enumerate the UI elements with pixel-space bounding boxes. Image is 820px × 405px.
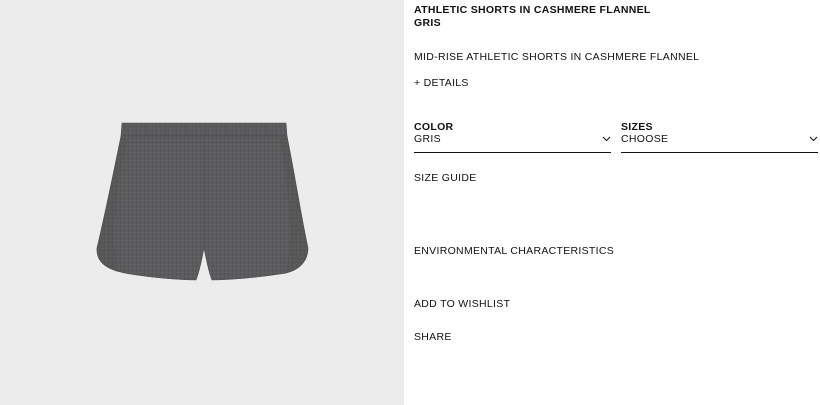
color-selector-value: GRIS [414,133,441,145]
chevron-down-icon [809,136,818,142]
environmental-characteristics-link[interactable]: ENVIRONMENTAL CHARACTERISTICS [414,245,614,258]
product-description: MID-RISE ATHLETIC SHORTS IN CASHMERE FLA… [414,51,700,63]
product-page: ATHLETIC SHORTS IN CASHMERE FLANNEL GRIS… [0,0,820,405]
share-button[interactable]: SHARE [414,331,452,344]
sizes-selector[interactable]: SIZES CHOOSE [621,120,818,153]
product-image-panel [0,0,404,405]
product-name: ATHLETIC SHORTS IN CASHMERE FLANNEL [414,4,651,16]
details-toggle[interactable]: + DETAILS [414,77,469,90]
color-selector[interactable]: COLOR GRIS [414,120,611,153]
product-color-name: GRIS [414,17,441,29]
product-image-shorts [96,122,309,281]
chevron-down-icon [602,136,611,142]
sizes-selector-value: CHOOSE [621,133,669,145]
add-to-wishlist-button[interactable]: ADD TO WISHLIST [414,298,510,311]
product-title: ATHLETIC SHORTS IN CASHMERE FLANNEL GRIS [414,4,651,30]
product-info: ATHLETIC SHORTS IN CASHMERE FLANNEL GRIS… [414,0,818,405]
size-guide-link[interactable]: SIZE GUIDE [414,172,477,185]
